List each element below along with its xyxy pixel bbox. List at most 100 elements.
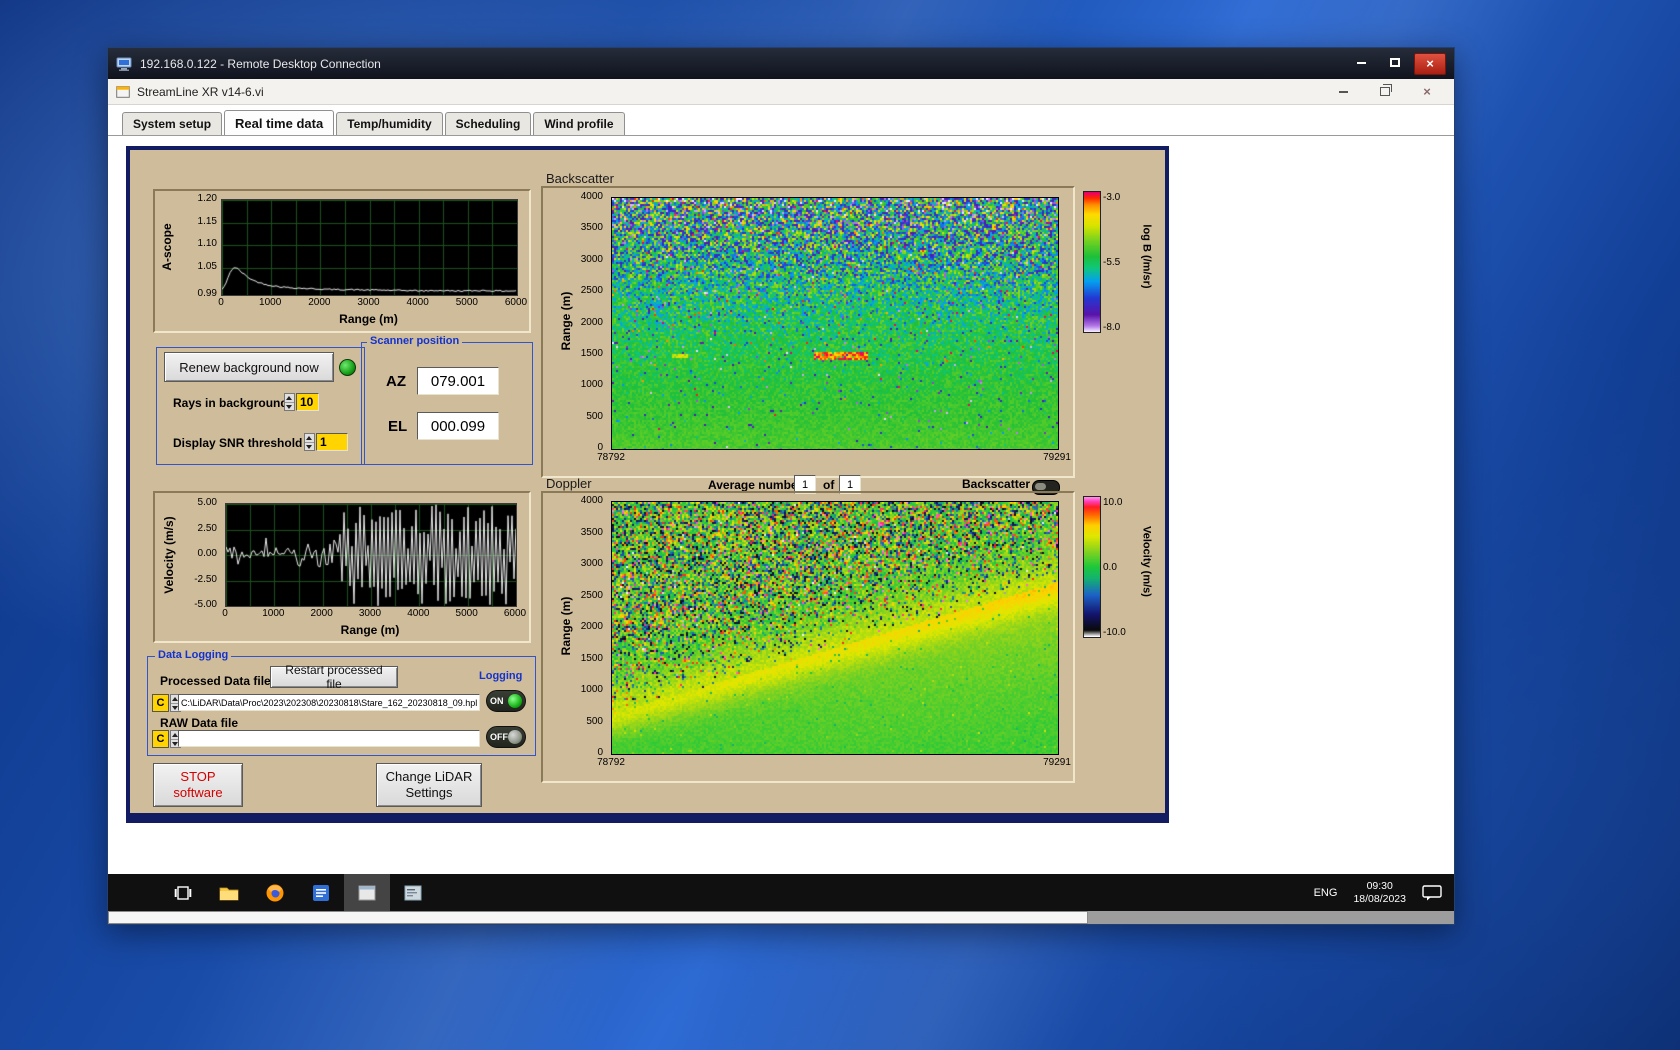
- el-label: EL: [388, 418, 408, 435]
- backscatter-title: Backscatter: [546, 171, 614, 186]
- active-window-icon: [358, 885, 376, 900]
- raw-file-path-field[interactable]: [178, 730, 480, 747]
- notes-app-button[interactable]: [298, 874, 344, 911]
- y-tick-label: -2.50: [194, 573, 217, 585]
- colorbar-tick-label: -8.0: [1103, 322, 1121, 333]
- scan-app-icon: [404, 885, 422, 900]
- snr-threshold-field[interactable]: 1: [316, 433, 348, 451]
- ascope-x-axis-label: Range (m): [339, 312, 398, 326]
- raw-logging-toggle[interactable]: OFF: [486, 726, 526, 748]
- horizontal-scrollbar[interactable]: [108, 911, 1454, 924]
- processed-drive-selector[interactable]: C: [152, 694, 181, 712]
- x-tick-label: 5000: [455, 297, 478, 308]
- tab-system-setup[interactable]: System setup: [122, 112, 223, 135]
- change-lidar-settings-button[interactable]: Change LiDAR Settings: [376, 763, 482, 807]
- y-tick-label: 3000: [580, 253, 603, 265]
- snr-threshold-stepper[interactable]: [304, 433, 315, 451]
- rdp-window-controls: ×: [1346, 52, 1446, 75]
- raw-drive-selector[interactable]: C: [152, 730, 181, 748]
- x-tick-label: 5000: [455, 608, 478, 619]
- doppler-graph: Range (m) 4000 3500 3000 2500 2000 1500 1000 50…: [541, 491, 1166, 783]
- processed-file-path-field[interactable]: C:\LiDAR\Data\Proc\2023\202308\20230818\…: [178, 694, 480, 711]
- y-tick-label: 2.50: [197, 522, 217, 534]
- rdp-window: 192.168.0.122 - Remote Desktop Connectio…: [107, 47, 1455, 925]
- processed-data-file-label: Processed Data file: [160, 674, 271, 688]
- backscatter-x-start-label: 78792: [597, 452, 625, 463]
- tab-scheduling[interactable]: Scheduling: [444, 112, 532, 135]
- doppler-colorbar: [1083, 496, 1101, 638]
- average-number-label: Average number: [708, 478, 803, 492]
- task-view-button[interactable]: [160, 874, 206, 911]
- ascope-graph: A-scope 1.20 1.15 1.10 1.05 0.99 0 1000 2000 30…: [153, 189, 531, 333]
- backscatter-graph: Range (m) 4000 3500 3000 2500 2000 1500 1000 50…: [541, 186, 1166, 478]
- notification-button[interactable]: [1422, 884, 1442, 901]
- logging-label: Logging: [476, 670, 526, 682]
- firefox-button[interactable]: [252, 874, 298, 911]
- task-view-icon: [174, 885, 192, 900]
- streamline-app-button[interactable]: [344, 874, 390, 911]
- x-tick-label: 0: [218, 297, 224, 308]
- y-tick-label: 1000: [580, 379, 603, 391]
- stop-software-button[interactable]: STOP software: [153, 763, 243, 807]
- increment-icon[interactable]: [305, 434, 314, 443]
- language-indicator[interactable]: ENG: [1314, 887, 1338, 899]
- change-line1: Change LiDAR: [385, 769, 473, 784]
- velocity-y-ticks: 5.00 2.50 0.00 -2.50 -5.00: [181, 498, 219, 610]
- on-led-icon: [508, 694, 522, 708]
- notification-icon: [1422, 884, 1442, 900]
- clock-time: 09:30: [1366, 879, 1393, 892]
- x-tick-label: 4000: [406, 297, 429, 308]
- remote-desktop-icon: [116, 57, 132, 71]
- rdp-close-button[interactable]: ×: [1414, 52, 1446, 75]
- y-tick-label: 2500: [580, 285, 603, 297]
- rdp-maximize-button[interactable]: [1380, 53, 1410, 73]
- file-explorer-button[interactable]: [206, 874, 252, 911]
- rdp-minimize-button[interactable]: [1346, 53, 1376, 73]
- app-restore-button[interactable]: [1372, 83, 1398, 101]
- az-value-field[interactable]: 079.001: [417, 367, 499, 395]
- rdp-titlebar[interactable]: 192.168.0.122 - Remote Desktop Connectio…: [108, 48, 1454, 79]
- app-title: StreamLine XR v14-6.vi: [137, 84, 264, 99]
- scan-app-button[interactable]: [390, 874, 436, 911]
- processed-logging-toggle[interactable]: ON: [486, 690, 526, 712]
- app-minimize-button[interactable]: [1330, 83, 1356, 101]
- rdp-client-area: StreamLine XR v14-6.vi × System setup Re…: [108, 79, 1454, 924]
- restart-processed-file-button[interactable]: Restart processed file: [270, 663, 398, 691]
- scrollbar-thumb[interactable]: [108, 911, 1088, 924]
- y-tick-label: 2000: [580, 621, 603, 632]
- velocity-plot: [225, 503, 517, 607]
- x-tick-label: 1000: [259, 297, 282, 308]
- minimize-icon: [1338, 90, 1348, 93]
- ascope-x-ticks: 0 1000 2000 3000 4000 5000 6000: [218, 297, 527, 310]
- tab-wind-profile[interactable]: Wind profile: [533, 112, 625, 135]
- x-tick-label: 3000: [358, 608, 382, 619]
- increment-icon[interactable]: [285, 394, 294, 403]
- x-tick-label: 0: [222, 608, 228, 619]
- raw-data-file-label: RAW Data file: [160, 716, 239, 730]
- tab-divider: [108, 135, 1454, 136]
- y-tick-label: 1.15: [197, 215, 217, 227]
- x-tick-label: 6000: [504, 297, 528, 308]
- tab-real-time-data[interactable]: Real time data: [224, 110, 335, 136]
- of-label: of: [823, 478, 835, 492]
- drive-letter[interactable]: C: [152, 730, 169, 748]
- doppler-x-start-label: 78792: [597, 757, 625, 768]
- tab-temp-humidity[interactable]: Temp/humidity: [336, 112, 443, 135]
- rays-in-background-stepper[interactable]: [284, 393, 295, 411]
- rays-in-background-field[interactable]: 10: [296, 393, 319, 411]
- remote-taskbar: ENG 09:30 18/08/2023: [108, 874, 1454, 911]
- decrement-icon[interactable]: [285, 403, 294, 411]
- clock[interactable]: 09:30 18/08/2023: [1353, 880, 1406, 906]
- app-close-button[interactable]: ×: [1414, 83, 1440, 101]
- decrement-icon[interactable]: [305, 443, 314, 451]
- drive-letter[interactable]: C: [152, 694, 169, 712]
- app-titlebar[interactable]: StreamLine XR v14-6.vi ×: [108, 79, 1454, 105]
- el-value-field[interactable]: 000.099: [417, 412, 499, 440]
- x-tick-label: 3000: [357, 297, 380, 308]
- y-tick-label: 1.20: [197, 193, 217, 204]
- y-tick-label: 1500: [580, 347, 603, 359]
- y-tick-label: 500: [586, 410, 603, 422]
- close-icon: ×: [1426, 56, 1434, 71]
- renew-background-button[interactable]: Renew background now: [164, 352, 334, 382]
- doppler-y-ticks: 4000 3500 3000 2500 2000 1500 1000 500 0: [569, 496, 605, 758]
